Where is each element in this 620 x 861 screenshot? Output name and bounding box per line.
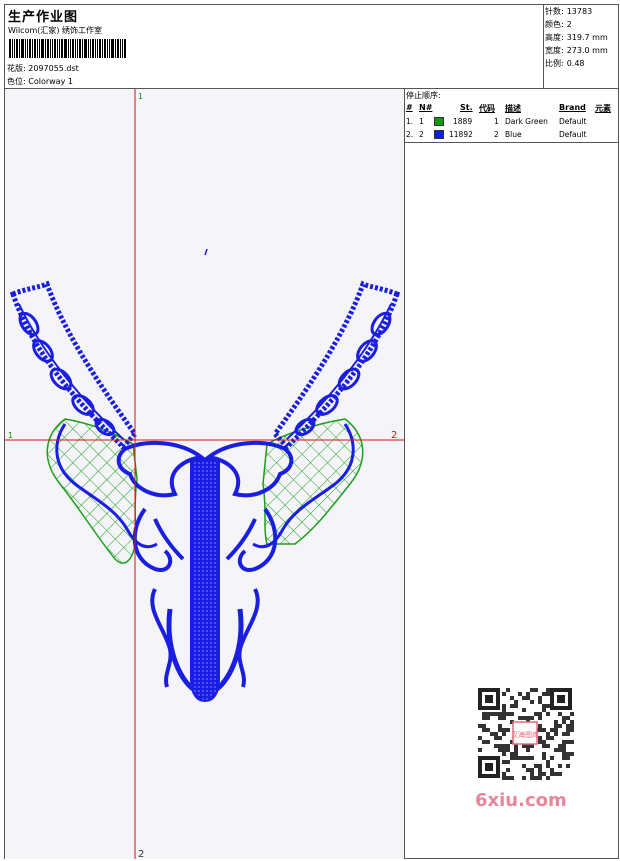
col-st: St. <box>460 103 473 112</box>
sheet-header: 生产作业图 Wilcom(汇家) 绣饰工作室 花版: 2097055.dst 色… <box>5 5 618 89</box>
design-value: 2097055.dst <box>28 64 79 73</box>
row-code: 1 <box>494 117 499 126</box>
guide-label-top: 1 <box>138 92 143 101</box>
stat-width: 宽度: 273.0 mm <box>544 45 618 58</box>
col-element: 元素 <box>595 104 611 113</box>
row-brand: Default <box>559 117 587 126</box>
stat-label: 针数: <box>545 7 564 16</box>
stat-label: 高度: <box>545 33 564 42</box>
stat-value: 2 <box>566 20 572 29</box>
design-label: 花版: <box>7 64 26 73</box>
stat-scale: 比例: 0.48 <box>544 58 618 71</box>
colorway-info: 色位: Colorway 1 <box>7 76 73 87</box>
stat-colors: 颜色: 2 <box>544 19 618 32</box>
guide-label-bottom: 2 <box>138 849 144 859</box>
stat-stitches: 针数: 13783 <box>544 6 618 19</box>
row-code: 2 <box>494 130 499 139</box>
design-canvas[interactable]: 1 1 2 2 <box>5 89 405 859</box>
stat-value: 319.7 mm <box>566 33 608 42</box>
col-hash: # <box>406 103 413 112</box>
colorway-label: 色位: <box>7 77 26 86</box>
table-row[interactable]: 1. 1 1889 1 Dark Green Default <box>405 116 618 128</box>
stat-label: 颜色: <box>545 20 564 29</box>
design-info: 花版: 2097055.dst <box>7 63 79 74</box>
col-no: N# <box>419 103 433 112</box>
stat-value: 273.0 mm <box>566 46 608 55</box>
row-stitches: 1889 <box>453 117 473 126</box>
stats-panel: 针数: 13783 颜色: 2 高度: 319.7 mm 宽度: 273.0 mm 比例… <box>543 5 618 89</box>
company-name: Wilcom(汇家) 绣饰工作室 <box>8 26 103 35</box>
table-divider <box>405 142 618 143</box>
stat-value: 13783 <box>566 7 593 16</box>
qr-code: 汉海图库 <box>466 680 580 786</box>
col-desc: 描述 <box>505 104 521 113</box>
color-swatch <box>434 130 444 139</box>
row-index: 1. <box>406 117 414 126</box>
colorway-value: Colorway 1 <box>28 77 73 86</box>
stat-value: 0.48 <box>566 59 585 68</box>
embroidery-preview: 1 1 2 2 <box>5 89 404 859</box>
row-desc: Dark Green <box>505 117 548 126</box>
row-no: 1 <box>419 117 424 126</box>
stat-height: 高度: 319.7 mm <box>544 32 618 45</box>
row-brand: Default <box>559 130 587 139</box>
site-logo: 6xiu.com <box>475 790 567 811</box>
sheet-title: 生产作业图 <box>8 10 79 25</box>
green-net-left <box>46 418 138 564</box>
stat-label: 宽度: <box>545 46 564 55</box>
table-row[interactable]: 2. 2 11892 2 Blue Default <box>405 129 618 141</box>
row-index: 2. <box>406 130 414 139</box>
row-desc: Blue <box>505 130 522 139</box>
barcode <box>9 39 143 58</box>
stop-sequence-title: 停止顺序: <box>406 91 441 100</box>
guide-label-right: 2 <box>391 430 397 441</box>
stop-table-header: # N# St. 代码 描述 Brand 元素 <box>405 103 618 115</box>
row-no: 2 <box>419 130 424 139</box>
col-brand: Brand <box>559 103 586 112</box>
row-stitches: 11892 <box>449 130 473 139</box>
stat-label: 比例: <box>545 59 564 68</box>
col-code: 代码 <box>479 104 495 113</box>
color-swatch <box>434 117 444 126</box>
guide-label-left: 1 <box>8 431 13 440</box>
qr-badge: 汉海图库 <box>511 730 539 739</box>
central-spine <box>190 458 220 703</box>
